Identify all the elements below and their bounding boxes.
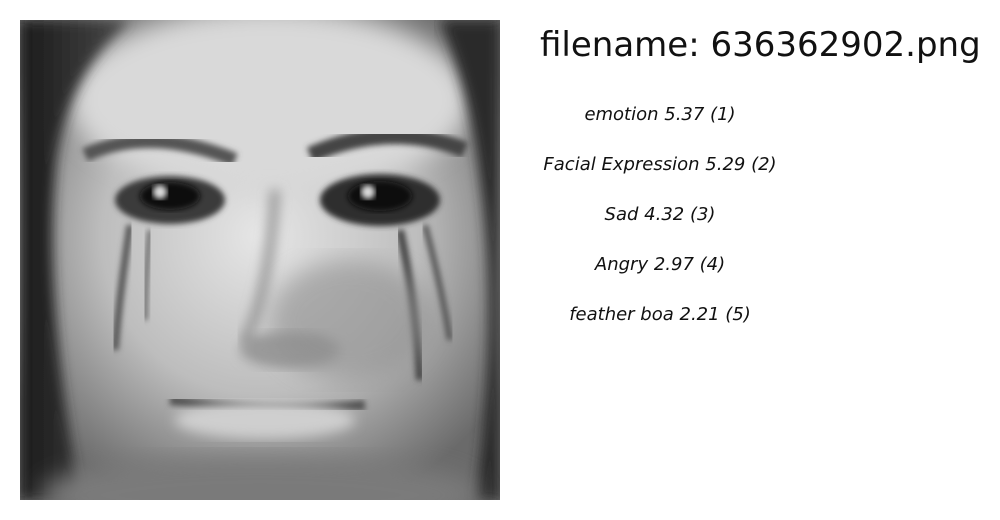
prediction-item: Facial Expression 5.29 (2) — [543, 154, 777, 175]
result-page: filename: 636362902.png emotion 5.37 (1)… — [0, 0, 1000, 520]
prediction-item: emotion 5.37 (1) — [584, 104, 736, 125]
face-photo-illustration — [20, 20, 500, 500]
prediction-item: Angry 2.97 (4) — [594, 254, 726, 275]
prediction-item: Sad 4.32 (3) — [604, 204, 716, 225]
filename-title: filename: 636362902.png — [540, 25, 981, 65]
prediction-list: emotion 5.37 (1) Facial Expression 5.29 … — [540, 100, 780, 350]
face-photo — [20, 20, 500, 500]
prediction-item: feather boa 2.21 (5) — [569, 304, 751, 325]
